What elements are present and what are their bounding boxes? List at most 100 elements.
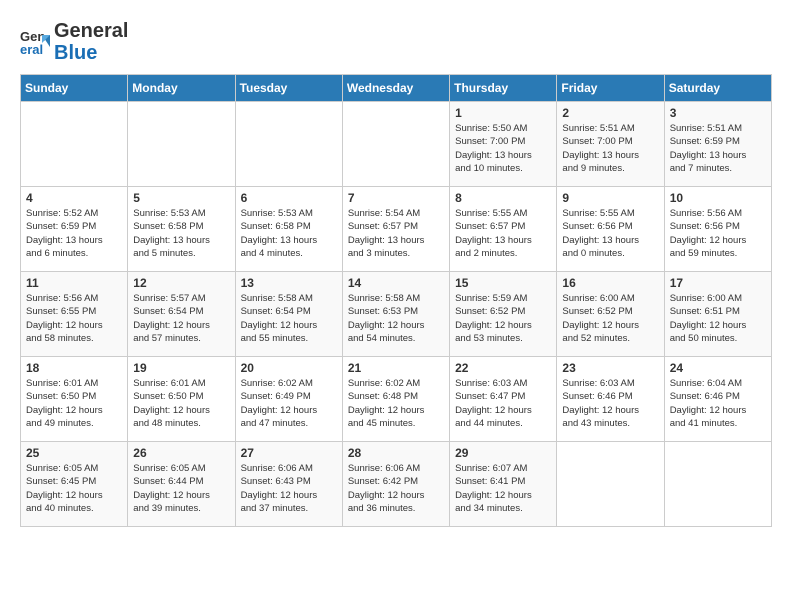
col-header-friday: Friday: [557, 75, 664, 102]
calendar-cell: 18 Sunrise: 6:01 AM Sunset: 6:50 PM Dayli…: [21, 357, 128, 442]
col-header-wednesday: Wednesday: [342, 75, 449, 102]
day-info: Sunrise: 5:51 AM Sunset: 7:00 PM Dayligh…: [562, 122, 658, 175]
day-number: 23: [562, 361, 658, 375]
col-header-monday: Monday: [128, 75, 235, 102]
day-info: Sunrise: 5:56 AM Sunset: 6:55 PM Dayligh…: [26, 292, 122, 345]
day-info: Sunrise: 5:52 AM Sunset: 6:59 PM Dayligh…: [26, 207, 122, 260]
day-number: 2: [562, 106, 658, 120]
col-header-tuesday: Tuesday: [235, 75, 342, 102]
day-number: 1: [455, 106, 551, 120]
day-info: Sunrise: 5:55 AM Sunset: 6:57 PM Dayligh…: [455, 207, 551, 260]
calendar-cell: 2 Sunrise: 5:51 AM Sunset: 7:00 PM Daylig…: [557, 102, 664, 187]
day-info: Sunrise: 5:55 AM Sunset: 6:56 PM Dayligh…: [562, 207, 658, 260]
day-info: Sunrise: 6:01 AM Sunset: 6:50 PM Dayligh…: [26, 377, 122, 430]
calendar-cell: 14 Sunrise: 5:58 AM Sunset: 6:53 PM Dayli…: [342, 272, 449, 357]
day-number: 9: [562, 191, 658, 205]
day-info: Sunrise: 6:00 AM Sunset: 6:51 PM Dayligh…: [670, 292, 766, 345]
calendar-table: SundayMondayTuesdayWednesdayThursdayFrid…: [20, 74, 772, 527]
calendar-cell: 22Sunrise: 6:03 AM Sunset: 6:47 PM Dayli…: [450, 357, 557, 442]
calendar-cell: 10 Sunrise: 5:56 AM Sunset: 6:56 PM Dayli…: [664, 187, 771, 272]
calendar-cell: [21, 102, 128, 187]
day-info: Sunrise: 6:02 AM Sunset: 6:48 PM Dayligh…: [348, 377, 444, 430]
day-number: 19: [133, 361, 229, 375]
calendar-cell: 29 Sunrise: 6:07 AM Sunset: 6:41 PM Dayli…: [450, 442, 557, 527]
day-number: 28: [348, 446, 444, 460]
week-row-4: 25 Sunrise: 6:05 AM Sunset: 6:45 PM Dayli…: [21, 442, 772, 527]
day-number: 21: [348, 361, 444, 375]
day-number: 3: [670, 106, 766, 120]
day-number: 10: [670, 191, 766, 205]
calendar-cell: 9 Sunrise: 5:55 AM Sunset: 6:56 PM Daylig…: [557, 187, 664, 272]
calendar-cell: 5Sunrise: 5:53 AM Sunset: 6:58 PM Daylig…: [128, 187, 235, 272]
day-number: 12: [133, 276, 229, 290]
day-number: 14: [348, 276, 444, 290]
day-info: Sunrise: 5:53 AM Sunset: 6:58 PM Dayligh…: [241, 207, 337, 260]
day-info: Sunrise: 5:56 AM Sunset: 6:56 PM Dayligh…: [670, 207, 766, 260]
calendar-cell: [557, 442, 664, 527]
day-number: 11: [26, 276, 122, 290]
day-info: Sunrise: 6:07 AM Sunset: 6:41 PM Dayligh…: [455, 462, 551, 515]
calendar-cell: 20 Sunrise: 6:02 AM Sunset: 6:49 PM Dayli…: [235, 357, 342, 442]
day-info: Sunrise: 5:58 AM Sunset: 6:53 PM Dayligh…: [348, 292, 444, 345]
col-header-saturday: Saturday: [664, 75, 771, 102]
calendar-cell: 28 Sunrise: 6:06 AM Sunset: 6:42 PM Dayli…: [342, 442, 449, 527]
week-row-2: 11 Sunrise: 5:56 AM Sunset: 6:55 PM Dayli…: [21, 272, 772, 357]
calendar-cell: 3Sunrise: 5:51 AM Sunset: 6:59 PM Daylig…: [664, 102, 771, 187]
calendar-cell: [235, 102, 342, 187]
day-info: Sunrise: 6:05 AM Sunset: 6:45 PM Dayligh…: [26, 462, 122, 515]
day-number: 13: [241, 276, 337, 290]
calendar-cell: 13 Sunrise: 5:58 AM Sunset: 6:54 PM Dayli…: [235, 272, 342, 357]
day-info: Sunrise: 6:00 AM Sunset: 6:52 PM Dayligh…: [562, 292, 658, 345]
week-row-0: 1 Sunrise: 5:50 AM Sunset: 7:00 PM Daylig…: [21, 102, 772, 187]
calendar-cell: 11 Sunrise: 5:56 AM Sunset: 6:55 PM Dayli…: [21, 272, 128, 357]
day-number: 4: [26, 191, 122, 205]
day-number: 26: [133, 446, 229, 460]
col-header-thursday: Thursday: [450, 75, 557, 102]
logo-text: GeneralBlue: [54, 20, 128, 64]
week-row-3: 18 Sunrise: 6:01 AM Sunset: 6:50 PM Dayli…: [21, 357, 772, 442]
day-info: Sunrise: 6:01 AM Sunset: 6:50 PM Dayligh…: [133, 377, 229, 430]
day-info: Sunrise: 5:59 AM Sunset: 6:52 PM Dayligh…: [455, 292, 551, 345]
calendar-cell: [664, 442, 771, 527]
day-info: Sunrise: 6:03 AM Sunset: 6:46 PM Dayligh…: [562, 377, 658, 430]
logo-icon: Gen eral: [20, 27, 50, 57]
calendar-cell: [128, 102, 235, 187]
svg-text:eral: eral: [20, 42, 43, 57]
day-number: 6: [241, 191, 337, 205]
day-number: 20: [241, 361, 337, 375]
day-number: 15: [455, 276, 551, 290]
calendar-cell: 26Sunrise: 6:05 AM Sunset: 6:44 PM Dayli…: [128, 442, 235, 527]
day-info: Sunrise: 6:03 AM Sunset: 6:47 PM Dayligh…: [455, 377, 551, 430]
day-number: 17: [670, 276, 766, 290]
day-info: Sunrise: 5:58 AM Sunset: 6:54 PM Dayligh…: [241, 292, 337, 345]
calendar-cell: 23 Sunrise: 6:03 AM Sunset: 6:46 PM Dayli…: [557, 357, 664, 442]
day-number: 5: [133, 191, 229, 205]
day-info: Sunrise: 5:57 AM Sunset: 6:54 PM Dayligh…: [133, 292, 229, 345]
day-number: 27: [241, 446, 337, 460]
calendar-cell: 8 Sunrise: 5:55 AM Sunset: 6:57 PM Daylig…: [450, 187, 557, 272]
day-info: Sunrise: 6:06 AM Sunset: 6:42 PM Dayligh…: [348, 462, 444, 515]
day-number: 25: [26, 446, 122, 460]
day-info: Sunrise: 5:54 AM Sunset: 6:57 PM Dayligh…: [348, 207, 444, 260]
header-row: SundayMondayTuesdayWednesdayThursdayFrid…: [21, 75, 772, 102]
day-info: Sunrise: 5:50 AM Sunset: 7:00 PM Dayligh…: [455, 122, 551, 175]
day-info: Sunrise: 6:04 AM Sunset: 6:46 PM Dayligh…: [670, 377, 766, 430]
day-number: 8: [455, 191, 551, 205]
logo: Gen eral GeneralBlue: [20, 20, 128, 64]
day-number: 29: [455, 446, 551, 460]
day-number: 18: [26, 361, 122, 375]
day-info: Sunrise: 6:06 AM Sunset: 6:43 PM Dayligh…: [241, 462, 337, 515]
calendar-cell: 12 Sunrise: 5:57 AM Sunset: 6:54 PM Dayli…: [128, 272, 235, 357]
calendar-cell: 17 Sunrise: 6:00 AM Sunset: 6:51 PM Dayli…: [664, 272, 771, 357]
calendar-cell: 19 Sunrise: 6:01 AM Sunset: 6:50 PM Dayli…: [128, 357, 235, 442]
calendar-cell: 15 Sunrise: 5:59 AM Sunset: 6:52 PM Dayli…: [450, 272, 557, 357]
logo-blue: Blue: [54, 42, 97, 64]
calendar-cell: 25 Sunrise: 6:05 AM Sunset: 6:45 PM Dayli…: [21, 442, 128, 527]
calendar-cell: 6 Sunrise: 5:53 AM Sunset: 6:58 PM Daylig…: [235, 187, 342, 272]
calendar-cell: 7Sunrise: 5:54 AM Sunset: 6:57 PM Daylig…: [342, 187, 449, 272]
calendar-cell: 1 Sunrise: 5:50 AM Sunset: 7:00 PM Daylig…: [450, 102, 557, 187]
calendar-cell: 27 Sunrise: 6:06 AM Sunset: 6:43 PM Dayli…: [235, 442, 342, 527]
calendar-cell: 4 Sunrise: 5:52 AM Sunset: 6:59 PM Daylig…: [21, 187, 128, 272]
day-info: Sunrise: 6:02 AM Sunset: 6:49 PM Dayligh…: [241, 377, 337, 430]
week-row-1: 4 Sunrise: 5:52 AM Sunset: 6:59 PM Daylig…: [21, 187, 772, 272]
